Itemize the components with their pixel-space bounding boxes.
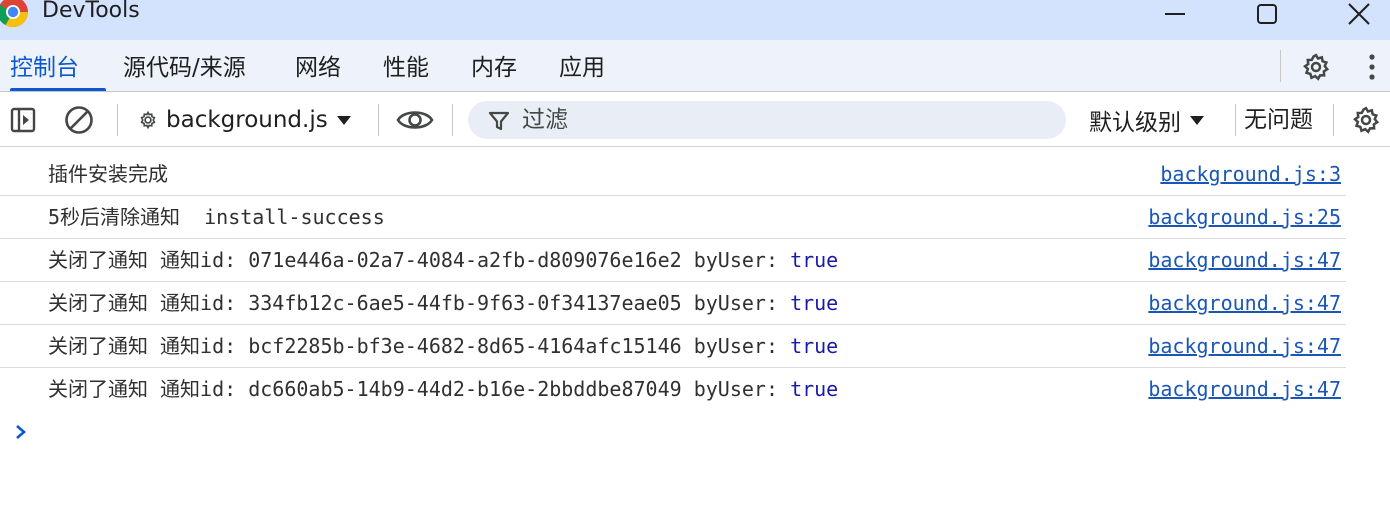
tab-performance[interactable]: 性能 — [383, 40, 429, 92]
boolean-value: true — [790, 248, 839, 272]
message-part: 5秒后清除通知 install-success — [48, 205, 385, 229]
source-link[interactable]: background.js:25 — [1148, 202, 1341, 232]
active-tab-indicator — [10, 88, 106, 91]
divider — [117, 104, 118, 136]
message-text: 关闭了通知 通知id: 071e446a-02a7-4084-a2fb-d809… — [48, 245, 838, 275]
panel-tabbar: 控制台 源代码/来源 网络 性能 内存 应用 — [0, 40, 1390, 92]
dropdown-arrow-icon — [336, 116, 351, 125]
message-part: 关闭了通知 通知id: 334fb12c-6ae5-44fb-9f63-0f34… — [48, 291, 791, 315]
chrome-logo-icon — [0, 0, 29, 28]
close-icon — [1348, 3, 1370, 25]
message-text: 关闭了通知 通知id: 334fb12c-6ae5-44fb-9f63-0f34… — [48, 288, 838, 318]
dropdown-arrow-icon — [1190, 116, 1204, 125]
live-expression-button[interactable] — [395, 103, 435, 137]
source-link[interactable]: background.js:47 — [1148, 288, 1341, 318]
clear-console-button[interactable] — [62, 103, 96, 137]
console-prompt-icon[interactable] — [12, 420, 32, 444]
divider — [378, 104, 379, 136]
clear-console-icon — [65, 106, 93, 134]
console-message: 5秒后清除通知 install-success background.js:25 — [0, 196, 1346, 239]
divider — [452, 104, 453, 136]
message-part: 关闭了通知 通知id: bcf2285b-bf3e-4682-8d65-4164… — [48, 334, 791, 358]
console-message: 插件安装完成 background.js:3 — [0, 153, 1346, 196]
log-levels-label: 默认级别 — [1089, 110, 1181, 136]
message-text: 5秒后清除通知 install-success — [48, 202, 385, 232]
tab-application[interactable]: 应用 — [559, 40, 605, 92]
filter-icon — [488, 111, 510, 131]
console-message: 关闭了通知 通知id: 334fb12c-6ae5-44fb-9f63-0f34… — [0, 282, 1346, 325]
console-toolbar: background.js 默认级别 无问题 — [0, 93, 1390, 147]
maximize-button[interactable] — [1244, 0, 1290, 28]
issues-counter[interactable]: 无问题 — [1244, 93, 1313, 147]
divider — [1333, 104, 1334, 136]
tab-sources[interactable]: 源代码/来源 — [123, 40, 246, 92]
settings-button[interactable] — [1299, 50, 1333, 84]
source-link[interactable]: background.js:47 — [1148, 245, 1341, 275]
tab-network[interactable]: 网络 — [295, 40, 341, 92]
tab-label: 控制台 — [10, 55, 79, 81]
boolean-value: true — [790, 377, 839, 401]
tab-memory[interactable]: 内存 — [471, 40, 517, 92]
message-part: 关闭了通知 通知id: dc660ab5-14b9-44d2-b16e-2bbd… — [48, 377, 791, 401]
source-link[interactable]: background.js:47 — [1148, 374, 1341, 404]
gear-small-icon — [140, 110, 156, 130]
toggle-sidebar-button[interactable] — [6, 103, 40, 137]
window-title: DevTools — [42, 0, 140, 23]
minimize-icon — [1165, 13, 1185, 15]
divider — [1280, 50, 1281, 82]
divider — [1235, 104, 1236, 136]
minimize-button[interactable] — [1152, 0, 1198, 28]
console-message: 关闭了通知 通知id: 071e446a-02a7-4084-a2fb-d809… — [0, 239, 1346, 282]
console-message: 关闭了通知 通知id: dc660ab5-14b9-44d2-b16e-2bbd… — [0, 368, 1346, 411]
message-part: 关闭了通知 通知id: 071e446a-02a7-4084-a2fb-d809… — [48, 248, 791, 272]
console-messages: 插件安装完成 background.js:3 5秒后清除通知 install-s… — [0, 153, 1390, 411]
close-button[interactable] — [1336, 0, 1382, 28]
settings-gear-icon — [1353, 106, 1380, 134]
filter-input[interactable] — [522, 101, 1042, 139]
console-settings-button[interactable] — [1349, 103, 1383, 137]
tab-console[interactable]: 控制台 — [10, 40, 106, 92]
settings-gear-icon — [1303, 53, 1330, 81]
context-label: background.js — [166, 107, 328, 133]
message-text: 关闭了通知 通知id: bcf2285b-bf3e-4682-8d65-4164… — [48, 331, 838, 361]
source-link[interactable]: background.js:47 — [1148, 331, 1341, 361]
boolean-value: true — [790, 334, 839, 358]
eye-icon — [396, 111, 434, 129]
message-part: 插件安装完成 — [48, 162, 168, 186]
console-message: 关闭了通知 通知id: bcf2285b-bf3e-4682-8d65-4164… — [0, 325, 1346, 368]
javascript-context-select[interactable]: background.js — [138, 93, 352, 147]
source-link[interactable]: background.js:3 — [1160, 159, 1341, 189]
kebab-menu-icon — [1369, 54, 1375, 80]
window-titlebar: DevTools — [0, 0, 1390, 40]
sidebar-toggle-icon — [10, 107, 36, 133]
filter-box — [468, 101, 1066, 139]
maximize-icon — [1257, 4, 1277, 24]
message-text: 关闭了通知 通知id: dc660ab5-14b9-44d2-b16e-2bbd… — [48, 374, 838, 404]
boolean-value: true — [790, 291, 839, 315]
message-text: 插件安装完成 — [48, 159, 168, 189]
more-options-button[interactable] — [1362, 50, 1382, 84]
log-levels-dropdown[interactable]: 默认级别 — [1089, 93, 1205, 147]
